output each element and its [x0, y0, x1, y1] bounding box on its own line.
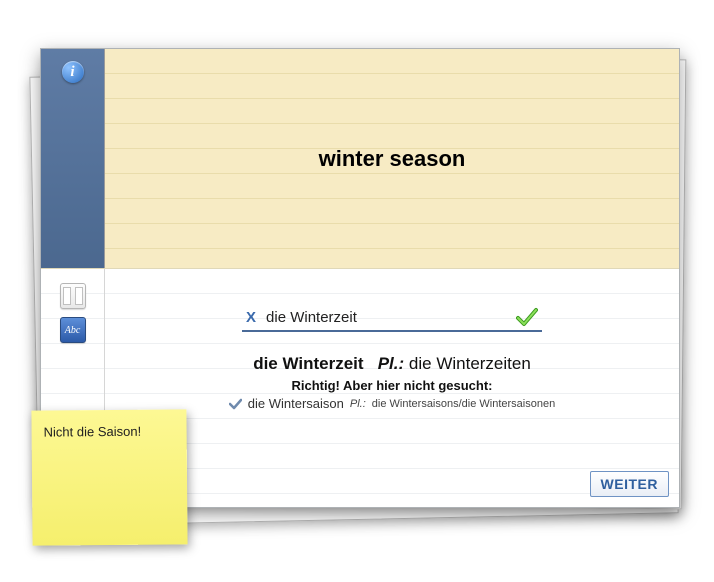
side-tab: i: [41, 49, 105, 268]
answer-input-row: X die Winterzeit: [242, 305, 542, 332]
alt-check-icon: [229, 398, 242, 410]
solution-line: die Winterzeit Pl.: die Winterzeiten: [135, 354, 649, 374]
alternative-row: die Wintersaison Pl.: die Wintersaisons/…: [135, 396, 649, 411]
prompt-section: i winter season: [41, 49, 679, 269]
alternative-plural-value: die Wintersaisons/die Wintersaisonen: [372, 398, 555, 410]
solution-word: die Winterzeit: [253, 354, 363, 373]
next-button[interactable]: WEITER: [590, 471, 669, 497]
clear-input-icon[interactable]: X: [246, 309, 256, 326]
alternative-plural-label: Pl.:: [350, 398, 366, 410]
split-view-icon[interactable]: [60, 283, 86, 309]
plural-value: die Winterzeiten: [409, 354, 531, 373]
prompt-text: winter season: [319, 146, 466, 172]
correct-check-icon: [516, 307, 538, 327]
answer-area: X die Winterzeit die Winterzeit Pl.: die…: [105, 269, 679, 507]
sticky-note[interactable]: Nicht die Saison!: [31, 409, 187, 545]
feedback-text: Richtig! Aber hier nicht gesucht:: [135, 378, 649, 393]
alternative-word: die Wintersaison: [248, 396, 344, 411]
info-icon[interactable]: i: [62, 61, 84, 83]
prompt-area: winter season: [105, 49, 679, 268]
answer-input[interactable]: die Winterzeit: [266, 309, 506, 326]
plural-label: Pl.:: [378, 354, 404, 373]
dictionary-icon[interactable]: Abc: [60, 317, 86, 343]
